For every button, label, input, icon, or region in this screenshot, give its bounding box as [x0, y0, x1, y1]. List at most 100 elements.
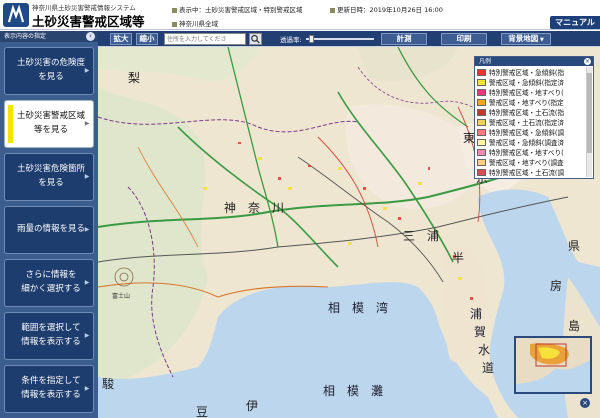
map-label-boso: 房 — [550, 279, 563, 293]
chevron-right-icon: ▶ — [84, 279, 90, 286]
legend-swatch — [477, 138, 486, 146]
app-header: 神奈川県土砂災害警戒情報システム 土砂災害警戒区域等 表示中：土砂災害警戒区域・… — [0, 0, 600, 30]
map-label-mt-fuji: 富士山 — [112, 293, 131, 300]
legend-item-label: 警戒区域・地すべり(調査 — [489, 159, 564, 167]
map-label-uraga-2: 賀 — [474, 325, 487, 339]
map-label-miura: 三 浦 — [403, 229, 440, 243]
status-bullet-icon — [172, 21, 177, 27]
sidebar-item-range-select[interactable]: 範囲を選択して 情報を表示する ▶ — [4, 312, 94, 360]
map-label-uraga-4: 道 — [482, 361, 495, 375]
sidebar-item-rainfall[interactable]: 雨量の情報を見る ▶ — [4, 206, 94, 254]
opacity-slider-track[interactable] — [306, 38, 374, 40]
legend-scrollbar-thumb[interactable] — [587, 73, 592, 153]
legend-swatch — [477, 108, 486, 116]
chevron-left-icon[interactable]: ‹ — [86, 32, 95, 41]
measure-button[interactable]: 計測 — [381, 33, 427, 45]
basemap-button-label: 背景地図 — [508, 34, 539, 43]
map-label-izu: 伊 — [246, 399, 259, 413]
sidebar-item-label-line: 細かく選択する — [21, 284, 81, 294]
sidebar-item-label: 土砂災害の危険度 を見る — [5, 57, 93, 84]
sidebar-item-label-line: を見る — [38, 178, 64, 188]
legend-item-label: 警戒区域・急傾斜(指定済 — [489, 79, 565, 87]
sidebar-item-label: 土砂災害警戒区域 等を見る — [5, 110, 93, 137]
zoom-in-button[interactable]: 拡大 — [110, 33, 132, 45]
updated-time: 更新日時：2019年10月26日 16:00 — [330, 4, 443, 14]
legend-swatch — [477, 68, 486, 76]
map-label-uraga-1: 浦 — [470, 307, 483, 321]
sidebar-item-label-line: 情報を表示する — [21, 390, 81, 400]
legend-heading: 凡例 × — [475, 57, 593, 66]
map-label-suruga: 駿 — [102, 377, 115, 391]
legend-item-label: 警戒区域・土石流(指定済 — [489, 119, 565, 127]
chevron-right-icon: ▶ — [84, 332, 90, 339]
sidebar-item-label: 範囲を選択して 情報を表示する — [9, 322, 89, 349]
chevron-down-icon: ▼ — [538, 37, 544, 43]
map-label-kanagawa: 神 奈 川 — [224, 201, 285, 215]
legend-panel: 凡例 × 特別警戒区域・急傾斜(指 警戒区域・急傾斜(指定済 特別警戒区域・地す… — [474, 56, 594, 179]
legend-scrollbar[interactable] — [586, 67, 592, 177]
legend-item: 警戒区域・土石流(指定済 — [477, 117, 585, 127]
sidebar-item-warning-zones[interactable]: 土砂災害警戒区域 等を見る ▶ — [4, 100, 94, 148]
legend-item-label: 警戒区域・急傾斜(調査済 — [489, 139, 565, 147]
legend-swatch — [477, 148, 486, 156]
close-icon[interactable]: × — [580, 398, 590, 408]
sidebar-item-label: 雨量の情報を見る — [5, 223, 93, 237]
sidebar-item-label-line: 土砂災害警戒区域 — [17, 111, 86, 122]
sidebar-item-label-line: さらに情報を — [25, 270, 77, 281]
legend-swatch — [477, 168, 486, 176]
opacity-label: 透過率: — [280, 36, 302, 44]
chevron-right-icon: ▶ — [84, 67, 90, 74]
page-title: 土砂災害警戒区域等 — [32, 14, 145, 29]
status-bullet-icon — [172, 7, 177, 13]
basemap-button[interactable]: 背景地図 ▼ — [501, 33, 551, 45]
legend-swatch — [477, 98, 486, 106]
sidebar-item-label-line: 情報を表示する — [21, 337, 81, 347]
legend-heading-text: 凡例 — [479, 58, 492, 65]
chevron-right-icon: ▶ — [84, 226, 90, 233]
sidebar-item-hazard-level[interactable]: 土砂災害の危険度 を見る ▶ — [4, 47, 94, 95]
sidebar-item-condition-select[interactable]: 条件を指定して 情報を表示する ▶ — [4, 365, 94, 413]
map-label-izu-2: 豆 — [196, 405, 209, 418]
legend-item: 特別警戒区域・地すべり( — [477, 87, 585, 97]
legend-item: 特別警戒区域・土石流(指 — [477, 107, 585, 117]
sidebar: 表示内容の指定 ‹ 土砂災害の危険度 を見る ▶ 土砂災害警戒区域 等を見る ▶ 土… — [0, 31, 98, 418]
address-search-input[interactable] — [164, 33, 246, 45]
search-icon[interactable] — [249, 33, 262, 45]
legend-swatch — [477, 118, 486, 126]
legend-item: 警戒区域・地すべり(指定 — [477, 97, 585, 107]
sidebar-item-label-line: 雨量の情報を見る — [17, 224, 86, 235]
kanagawa-logo — [3, 3, 29, 27]
sidebar-heading-text: 表示内容の指定 — [4, 33, 47, 40]
manual-button[interactable]: マニュアル — [550, 16, 600, 29]
opacity-slider-handle[interactable] — [309, 35, 315, 43]
legend-item-label: 特別警戒区域・急傾斜(調 — [489, 129, 565, 137]
legend-swatch — [477, 88, 486, 96]
legend-list: 特別警戒区域・急傾斜(指 警戒区域・急傾斜(指定済 特別警戒区域・地すべり( 警… — [477, 67, 585, 177]
sidebar-item-label-line: 範囲を選択して — [21, 323, 81, 334]
sidebar-item-label: さらに情報を 細かく選択する — [9, 269, 89, 296]
map-label-sagami-nada: 相 模 灘 — [323, 384, 384, 398]
sidebar-item-label-line: 土砂災害の危険度 — [17, 58, 86, 69]
legend-item: 特別警戒区域・地すべり( — [477, 147, 585, 157]
print-button[interactable]: 印刷 — [441, 33, 487, 45]
map-label-sagami-bay: 相 模 湾 — [328, 301, 389, 315]
sidebar-item-detailed-select[interactable]: さらに情報を 細かく選択する ▶ — [4, 259, 94, 307]
legend-item: 警戒区域・急傾斜(調査済 — [477, 137, 585, 147]
legend-item-label: 特別警戒区域・急傾斜(指 — [489, 69, 565, 77]
legend-item: 特別警戒区域・急傾斜(調 — [477, 127, 585, 137]
legend-item: 特別警戒区域・急傾斜(指 — [477, 67, 585, 77]
map-label-yamanashi: 梨 — [128, 71, 141, 85]
overview-map[interactable] — [514, 336, 592, 394]
legend-item-label: 警戒区域・地すべり(指定 — [489, 99, 564, 107]
legend-item-label: 特別警戒区域・地すべり( — [489, 89, 564, 97]
legend-item: 特別警戒区域・土石流(調 — [477, 167, 585, 177]
display-status-text: 表示中：土砂災害警戒区域・特別警戒区域 — [179, 6, 303, 14]
chevron-right-icon: ▶ — [84, 120, 90, 127]
zoom-out-button[interactable]: 縮小 — [136, 33, 158, 45]
sidebar-item-danger-spots[interactable]: 土砂災害危険箇所 を見る ▶ — [4, 153, 94, 201]
close-icon[interactable]: × — [584, 58, 591, 65]
sidebar-item-label-line: 条件を指定して — [21, 376, 81, 387]
map-label-peninsula: 半 — [452, 251, 465, 265]
legend-item-label: 特別警戒区域・地すべり( — [489, 149, 564, 157]
legend-item-label: 特別警戒区域・土石流(調 — [489, 169, 565, 177]
